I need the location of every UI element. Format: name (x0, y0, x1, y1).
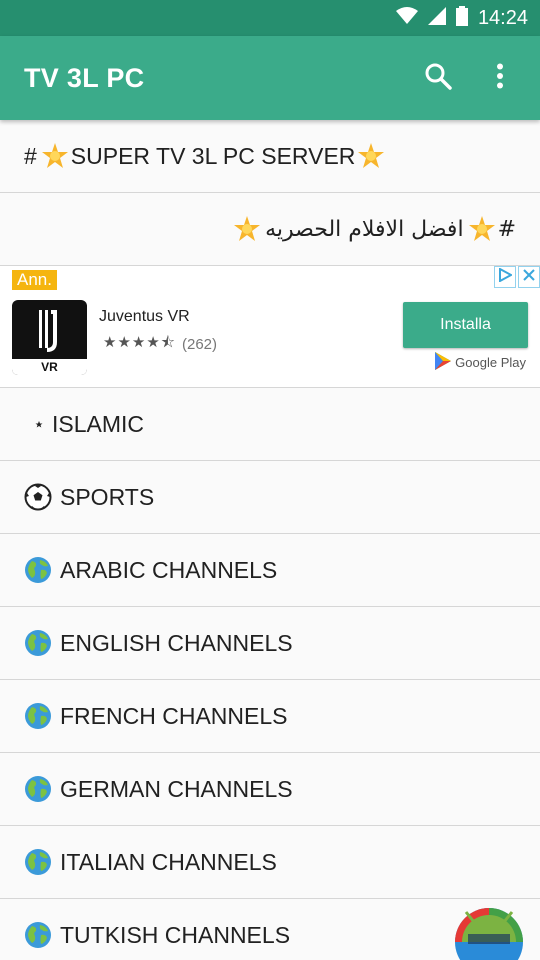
app-title: TV 3L PC (24, 62, 145, 93)
crescent-star-icon (24, 410, 44, 438)
list-item-label: ITALIAN CHANNELS (60, 848, 277, 875)
globe-icon (24, 556, 52, 584)
list-item-arabic-channels[interactable]: ARABIC CHANNELS (0, 534, 540, 607)
list-item-french-channels[interactable]: FRENCH CHANNELS (0, 680, 540, 753)
list-item-italian-channels[interactable]: ITALIAN CHANNELS (0, 826, 540, 899)
globe-icon (24, 702, 52, 730)
wifi-icon (395, 6, 418, 30)
battery-icon (455, 5, 468, 31)
list-item-label: ISLAMIC (52, 410, 145, 437)
globe-icon (24, 775, 52, 803)
ad-rating-count: (262) (182, 336, 218, 353)
sparkle-star-icon (357, 142, 385, 170)
list-item-label: FRENCH CHANNELS (60, 702, 288, 729)
channel-list: # SUPER TV 3L PC SERVER # افضل الافلام ا… (0, 120, 540, 960)
soccer-ball-icon (24, 483, 52, 511)
ad-badge: Ann. (12, 270, 57, 290)
signal-icon (427, 6, 446, 30)
list-item-exclusive-movies[interactable]: # افضل الافلام الحصريه (0, 193, 540, 266)
google-play-icon (435, 352, 452, 373)
list-item-sports[interactable]: SPORTS (0, 461, 540, 534)
list-item-label: SUPER TV 3L PC SERVER (70, 142, 356, 169)
watermark-logo (444, 902, 534, 960)
ad-banner[interactable]: Ann. VR Juventus VR ★★★★⯪ (262) Installa… (0, 266, 540, 388)
more-vert-icon (496, 63, 504, 94)
ad-app-icon[interactable]: VR (12, 300, 87, 375)
hash-text: # (497, 216, 516, 242)
sparkle-star-icon (233, 215, 261, 243)
google-play-badge: Google Play (435, 352, 526, 373)
star-rating-icon: ★★★★⯪ (103, 334, 176, 351)
store-label: Google Play (455, 355, 526, 370)
globe-icon (24, 848, 52, 876)
list-item-islamic[interactable]: ISLAMIC (0, 388, 540, 461)
list-item-super-server[interactable]: # SUPER TV 3L PC SERVER (0, 120, 540, 193)
ad-choices (494, 266, 540, 288)
list-item-label: افضل الافلام الحصريه (265, 216, 464, 242)
app-bar: TV 3L PC (0, 36, 540, 120)
overflow-menu-button[interactable] (478, 56, 522, 100)
ad-icon-caption: VR (12, 359, 87, 375)
sparkle-star-icon (468, 215, 496, 243)
play-outline-icon (498, 266, 514, 287)
hash-text: # (24, 142, 37, 169)
search-button[interactable] (416, 56, 460, 100)
globe-icon (24, 629, 52, 657)
clock: 14:24 (477, 6, 528, 29)
list-item-label: TUTKISH CHANNELS (60, 921, 291, 948)
list-item-english-channels[interactable]: ENGLISH CHANNELS (0, 607, 540, 680)
close-icon (523, 268, 535, 286)
ad-close-button[interactable] (518, 266, 540, 288)
sparkle-star-icon (41, 142, 69, 170)
search-icon (424, 62, 452, 95)
list-item-label: ENGLISH CHANNELS (60, 629, 293, 656)
list-item-german-channels[interactable]: GERMAN CHANNELS (0, 753, 540, 826)
install-button[interactable]: Installa (403, 302, 528, 348)
ad-app-name: Juventus VR (99, 308, 190, 325)
list-item-label: GERMAN CHANNELS (60, 775, 293, 802)
ad-info-button[interactable] (494, 266, 516, 288)
list-item-label: ARABIC CHANNELS (60, 556, 278, 583)
ad-rating: ★★★★⯪ (262) (103, 332, 217, 357)
list-item-label: SPORTS (60, 483, 155, 510)
status-bar: 14:24 (0, 0, 540, 36)
globe-icon (24, 921, 52, 949)
